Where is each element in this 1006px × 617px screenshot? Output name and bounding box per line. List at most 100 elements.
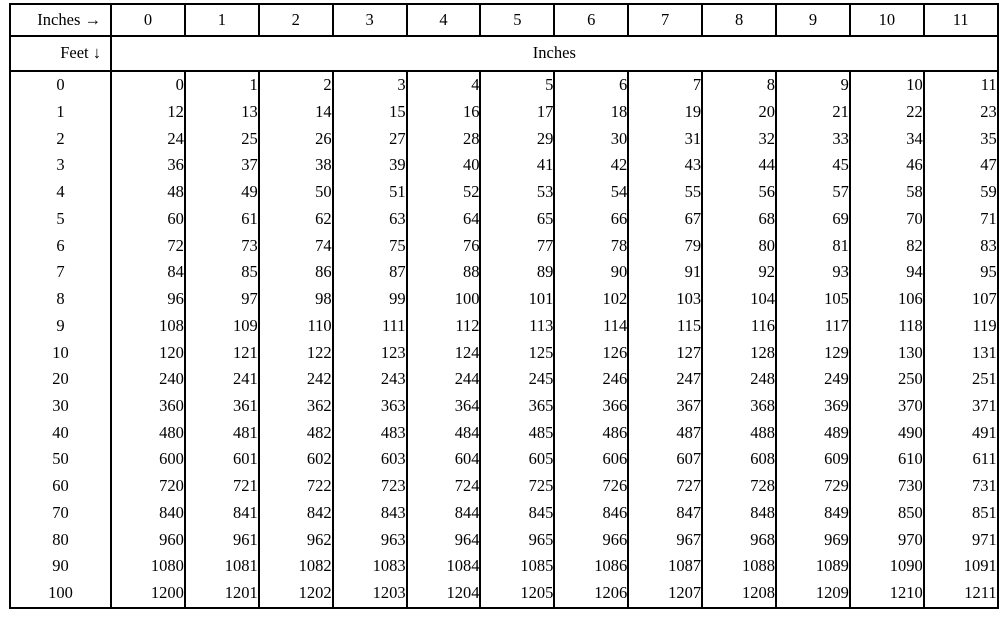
table-cell: 1207: [627, 580, 704, 608]
table-cell: 1209: [775, 580, 851, 608]
table-cell: 482: [257, 419, 334, 447]
column-header-6: 6: [553, 4, 630, 37]
table-cell: 19: [627, 98, 704, 126]
table-cell: 367: [627, 392, 704, 420]
table-cell: 72: [110, 232, 186, 260]
table-cell: 92: [701, 259, 778, 286]
table-cell: 608: [701, 446, 778, 474]
table-cell: 125: [479, 339, 556, 367]
table-cell: 41: [479, 152, 556, 180]
table-row: 2 24 25 26 27 28 29 30 31 32 33 34 35: [9, 125, 999, 153]
table-cell: 25: [183, 125, 260, 153]
table-cell: 1204: [405, 580, 482, 608]
table-cell: 84: [110, 259, 186, 286]
row-header-feet: 2: [9, 125, 112, 153]
table-cell: 1086: [553, 553, 630, 581]
column-header-9: 9: [775, 4, 851, 37]
table-cell: 48: [110, 179, 186, 206]
table-cell: 102: [553, 285, 630, 313]
table-row: 4 48 49 50 51 52 53 54 55 56 57 58 59: [9, 179, 999, 206]
row-header-feet: 8: [9, 285, 112, 313]
table-row: 80 960 961 962 963 964 965 966 967 968 969 970 971: [9, 526, 999, 554]
table-cell: 847: [627, 499, 704, 527]
row-header-feet: 90: [9, 553, 112, 581]
table-cell: 129: [775, 339, 851, 367]
header-corner-inches-arrow: Inches →: [9, 4, 112, 37]
table-cell: 1085: [479, 553, 556, 581]
table-cell: 610: [848, 446, 925, 474]
row-header-feet: 0: [9, 71, 112, 99]
table-cell: 731: [922, 473, 999, 500]
table-row: 0 0 1 2 3 4 5 6 7 8 9 10 11: [9, 71, 999, 99]
table-cell: 606: [553, 446, 630, 474]
table-cell: 33: [775, 125, 851, 153]
row-header-feet: 6: [9, 232, 112, 260]
table-cell: 850: [848, 499, 925, 527]
table-cell: 1201: [183, 580, 260, 608]
table-cell: 251: [922, 366, 999, 393]
table-cell: 605: [479, 446, 556, 474]
table-cell: 91: [627, 259, 704, 286]
table-cell: 42: [553, 152, 630, 180]
table-cell: 4: [405, 71, 482, 99]
table-cell: 846: [553, 499, 630, 527]
row-header-feet: 80: [9, 526, 112, 554]
table-cell: 0: [110, 71, 186, 99]
table-cell: 729: [775, 473, 851, 500]
table-cell: 360: [110, 392, 186, 420]
table-cell: 35: [922, 125, 999, 153]
table-cell: 37: [183, 152, 260, 180]
table-cell: 488: [701, 419, 778, 447]
table-cell: 101: [479, 285, 556, 313]
conversion-table-container: Inches → 0 1 2 3 4 5 6 7 8 9 10 11 Feet …: [9, 3, 999, 609]
table-cell: 81: [775, 232, 851, 260]
table-cell: 87: [331, 259, 408, 286]
table-cell: 98: [257, 285, 334, 313]
table-cell: 969: [775, 526, 851, 554]
table-cell: 26: [257, 125, 334, 153]
table-cell: 602: [257, 446, 334, 474]
table-cell: 113: [479, 312, 556, 340]
table-cell: 843: [331, 499, 408, 527]
table-cell: 128: [701, 339, 778, 367]
column-header-4: 4: [405, 4, 482, 37]
table-cell: 20: [701, 98, 778, 126]
table-cell: 362: [257, 392, 334, 420]
row-header-feet: 100: [9, 580, 112, 608]
column-header-0: 0: [110, 4, 186, 37]
table-cell: 3: [331, 71, 408, 99]
column-header-11: 11: [922, 4, 999, 37]
table-row: 10 120 121 122 123 124 125 126 127 128 129 130 131: [9, 339, 999, 367]
table-cell: 120: [110, 339, 186, 367]
table-cell: 1088: [701, 553, 778, 581]
table-cell: 248: [701, 366, 778, 393]
table-cell: 69: [775, 205, 851, 233]
table-cell: 724: [405, 473, 482, 500]
table-cell: 18: [553, 98, 630, 126]
table-cell: 68: [701, 205, 778, 233]
table-cell: 79: [627, 232, 704, 260]
table-cell: 728: [701, 473, 778, 500]
table-cell: 111: [331, 312, 408, 340]
table-cell: 119: [922, 312, 999, 340]
table-cell: 489: [775, 419, 851, 447]
table-cell: 77: [479, 232, 556, 260]
table-cell: 1090: [848, 553, 925, 581]
table-cell: 71: [922, 205, 999, 233]
table-cell: 44: [701, 152, 778, 180]
table-row: 9 108 109 110 111 112 113 114 115 116 117 118 119: [9, 312, 999, 340]
table-cell: 720: [110, 473, 186, 500]
table-cell: 483: [331, 419, 408, 447]
table-cell: 59: [922, 179, 999, 206]
table-cell: 963: [331, 526, 408, 554]
table-cell: 842: [257, 499, 334, 527]
table-cell: 58: [848, 179, 925, 206]
table-cell: 971: [922, 526, 999, 554]
table-cell: 82: [848, 232, 925, 260]
table-row: 5 60 61 62 63 64 65 66 67 68 69 70 71: [9, 205, 999, 233]
table-cell: 110: [257, 312, 334, 340]
table-row: 7 84 85 86 87 88 89 90 91 92 93 94 95: [9, 259, 999, 286]
table-cell: 115: [627, 312, 704, 340]
row-header-feet: 70: [9, 499, 112, 527]
table-row: 70 840 841 842 843 844 845 846 847 848 849 850 851: [9, 499, 999, 527]
